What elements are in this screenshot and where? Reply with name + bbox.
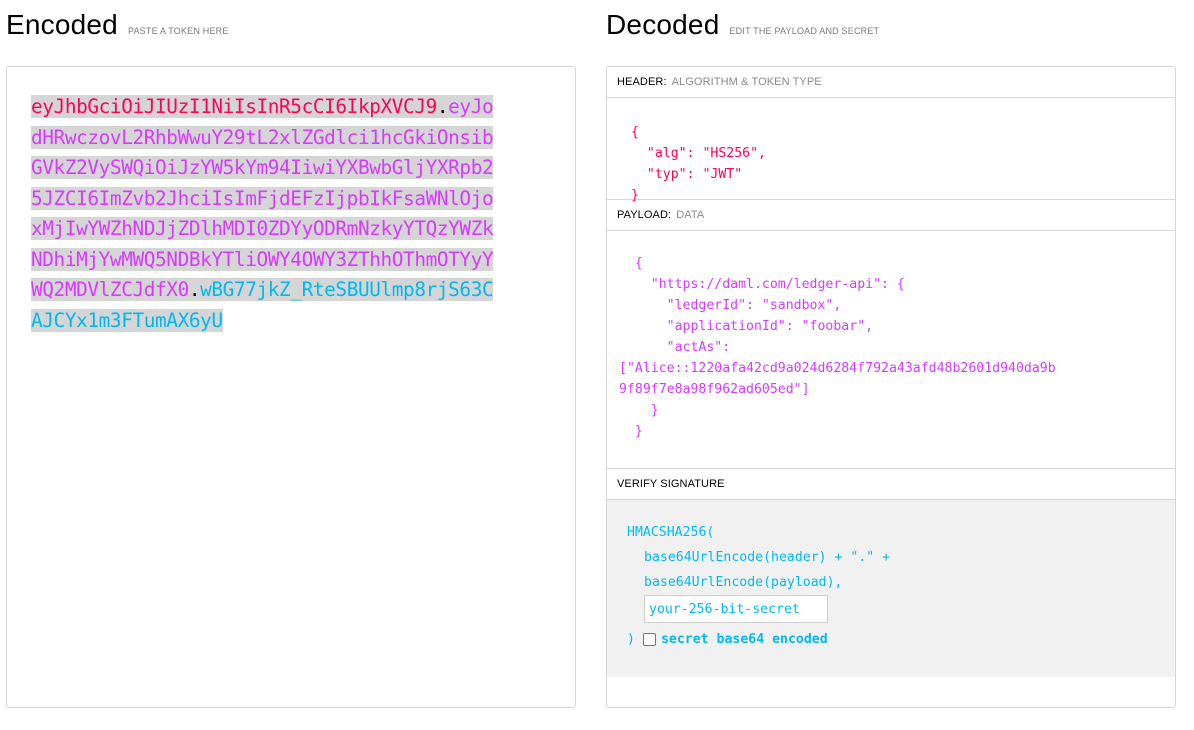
header-json-editor[interactable]: { "alg": "HS256", "typ": "JWT" } (607, 98, 1175, 203)
verify-section-title: VERIFY SIGNATURE (607, 469, 1175, 500)
payload-section-title: PAYLOAD: DATA (607, 200, 1175, 231)
verify-close-row: ) secret base64 encoded (627, 627, 1175, 652)
decoded-hint: EDIT THE PAYLOAD AND SECRET (729, 25, 880, 36)
secret-input-row (627, 595, 1175, 623)
jwt-token-text[interactable]: eyJhbGciOiJIUzI1NiIsInR5cCI6IkpXVCJ9.eyJ… (31, 92, 501, 336)
verify-section-label: VERIFY SIGNATURE (617, 478, 725, 490)
decoded-title: Decoded (606, 9, 720, 40)
encoded-title: Encoded (6, 9, 118, 40)
secret-base64-checkbox[interactable] (642, 633, 656, 646)
payload-section-sub: DATA (676, 209, 705, 221)
token-dot-separator: . (436, 95, 449, 118)
secret-input[interactable] (644, 595, 828, 623)
verify-line-header: base64UrlEncode(header) + "." + (644, 550, 891, 565)
verify-line-hmac: HMACSHA256( (627, 525, 715, 540)
encoded-hint: PASTE A TOKEN HERE (127, 25, 229, 36)
token-header-segment: eyJhbGciOiJIUzI1NiIsInR5cCI6IkpXVCJ9 (31, 95, 437, 118)
secret-base64-label[interactable]: secret base64 encoded (661, 627, 828, 652)
encoded-column: Encoded PASTE A TOKEN HERE eyJhbGciOiJIU… (6, 0, 576, 708)
payload-json-editor[interactable]: { "https://daml.com/ledger-api": { "ledg… (607, 231, 1175, 468)
header-section-label: HEADER: (617, 76, 667, 88)
token-dot-separator: . (188, 278, 201, 301)
payload-section-label: PAYLOAD: (617, 209, 672, 221)
header-section-sub: ALGORITHM & TOKEN TYPE (671, 76, 822, 88)
token-payload-segment: eyJodHRwczovL2RhbWwuY29tL2xlZGdlci1hcGki… (31, 95, 494, 301)
verify-line-payload: base64UrlEncode(payload), (644, 575, 843, 590)
decoded-heading: Decoded EDIT THE PAYLOAD AND SECRET (606, 0, 1176, 52)
decoded-column: Decoded EDIT THE PAYLOAD AND SECRET HEAD… (606, 0, 1176, 708)
verify-signature-body: HMACSHA256( base64UrlEncode(header) + ".… (607, 500, 1175, 677)
decoded-panel: HEADER: ALGORITHM & TOKEN TYPE { "alg": … (606, 66, 1176, 708)
header-section-title: HEADER: ALGORITHM & TOKEN TYPE (607, 67, 1175, 98)
encoded-heading: Encoded PASTE A TOKEN HERE (6, 0, 576, 52)
verify-close-paren: ) (627, 632, 635, 647)
encoded-token-editor[interactable]: eyJhbGciOiJIUzI1NiIsInR5cCI6IkpXVCJ9.eyJ… (6, 66, 576, 708)
